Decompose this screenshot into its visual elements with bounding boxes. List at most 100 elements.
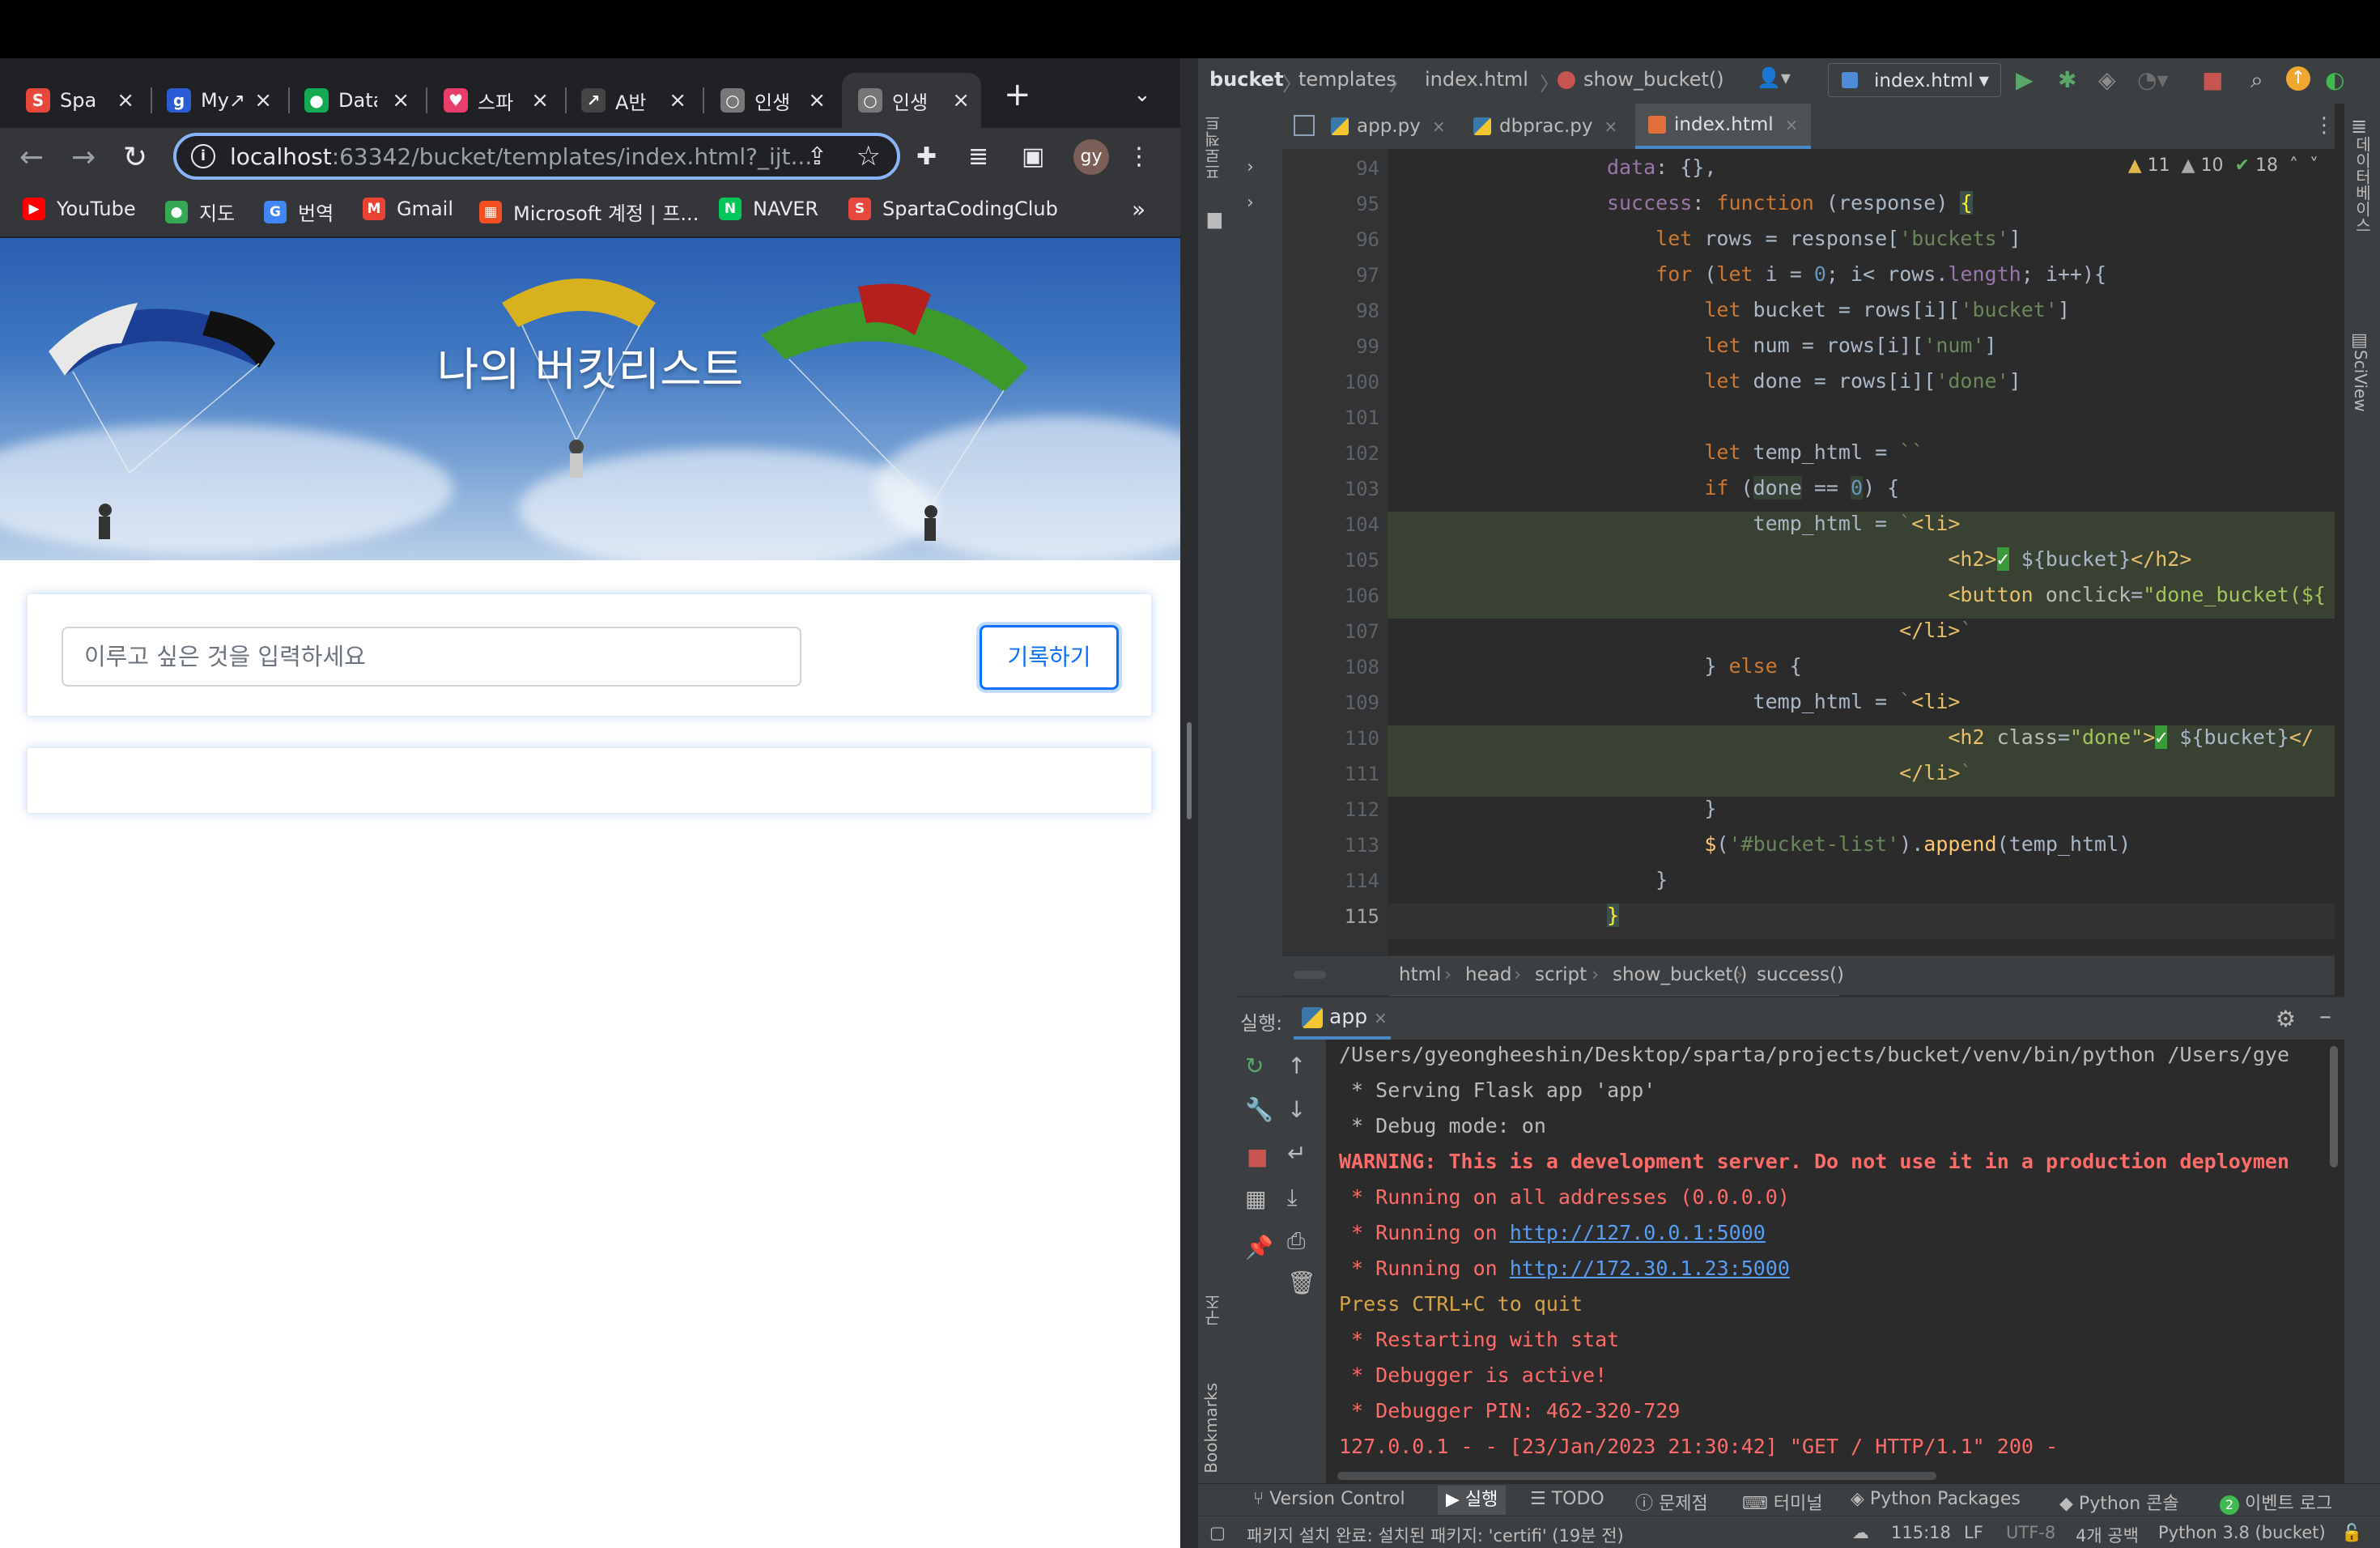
tool-version-control[interactable]: ⑂ Version Control (1253, 1489, 1405, 1509)
plugin-icon[interactable]: ◐ (2325, 66, 2344, 93)
wrench-icon[interactable]: 🔧 (1245, 1096, 1273, 1123)
soft-wrap-icon[interactable]: ↵ (1287, 1140, 1306, 1167)
code-crumb[interactable]: script (1535, 964, 1587, 985)
rerun-icon[interactable]: ↻ (1245, 1053, 1264, 1079)
layout-icon[interactable]: ▢ (1209, 1523, 1226, 1542)
splitter-grip[interactable] (1187, 722, 1192, 819)
profile-icon[interactable]: ◔▾ (2137, 66, 2169, 93)
minimize-icon[interactable]: – (2319, 1002, 2331, 1031)
new-tab-icon[interactable]: + (1004, 76, 1031, 113)
arrow-up-icon[interactable]: ↑ (1287, 1053, 1306, 1079)
window-splitter[interactable] (1180, 58, 1198, 1548)
browser-tab[interactable]: ↗ A반 × (581, 73, 691, 128)
folder-icon[interactable]: ▆ (1208, 209, 1222, 229)
address-bar[interactable]: i localhost:63342/bucket/templates/index… (173, 133, 900, 180)
database-tool-label[interactable]: 데이터베이스 (2351, 136, 2374, 233)
editor-tab-app-py[interactable]: app.py × (1331, 104, 1446, 149)
url-text[interactable]: localhost:63342/bucket/templates/index.h… (230, 143, 812, 170)
extensions-icon[interactable]: ✚ (916, 142, 937, 171)
close-icon[interactable]: × (392, 88, 410, 113)
close-icon[interactable]: × (952, 88, 970, 113)
user-icon[interactable]: 👤▾ (1757, 66, 1791, 89)
tool-run[interactable]: ▶ 실행 (1438, 1486, 1507, 1515)
indexing-icon[interactable]: ☁ (1852, 1523, 1869, 1542)
breadcrumb-folder[interactable]: templates (1298, 68, 1396, 91)
run-tab-app[interactable]: app × (1294, 997, 1391, 1040)
code-editor[interactable]: data: {}, success: function (response) {… (1388, 149, 2335, 1007)
run-configuration-select[interactable]: index.html ▼ (1828, 63, 2001, 97)
arrow-down-icon[interactable]: ↓ (1287, 1096, 1306, 1123)
file-encoding[interactable]: UTF-8 (2006, 1523, 2055, 1542)
expand-arrow-icon[interactable]: › (1247, 193, 1254, 213)
forward-icon[interactable]: → (71, 141, 96, 174)
layout-icon[interactable] (1294, 115, 1315, 136)
console-link[interactable]: http://127.0.0.1:5000 (1510, 1221, 1766, 1244)
line-separator[interactable]: LF (1964, 1523, 1983, 1542)
more-menu-icon[interactable]: ⋮ (1127, 142, 1151, 171)
run-icon[interactable]: ▶ (2016, 66, 2034, 93)
browser-tab[interactable]: ○ 인생 × (720, 73, 831, 128)
side-panel-icon[interactable]: ▣ (1022, 142, 1044, 171)
sciview-icon[interactable]: ▤ (2351, 330, 2368, 351)
tool-todo[interactable]: ☰ TODO (1530, 1489, 1604, 1509)
close-icon[interactable]: × (254, 88, 272, 113)
inspection-widget[interactable]: ▲ 11 ▲ 10 ✔ 18 ˄ ˅ (2128, 155, 2318, 176)
reload-icon[interactable]: ↻ (123, 141, 147, 174)
chevron-down-icon[interactable]: ⌄ (1133, 83, 1151, 107)
layout-icon[interactable]: ▦ (1245, 1185, 1266, 1212)
bookmark-naver[interactable]: N NAVER (719, 198, 818, 220)
code-crumb[interactable]: html (1399, 964, 1441, 985)
browser-tab[interactable]: S Spa × (26, 73, 139, 128)
browser-tab[interactable]: ● Data × (304, 73, 414, 128)
structure-tool-label[interactable]: 구조 (1201, 1294, 1225, 1326)
bookmark-sparta[interactable]: S SpartaCodingClub (848, 198, 1058, 220)
tool-terminal[interactable]: ⌨ 터미널 (1742, 1489, 1823, 1515)
cursor-position[interactable]: 115:18 (1891, 1523, 1951, 1542)
pin-icon[interactable]: 📌 (1245, 1234, 1273, 1261)
print-icon[interactable]: ⎙ (1287, 1227, 1305, 1255)
close-icon[interactable]: × (531, 88, 549, 113)
gear-icon[interactable]: ⚙ (2276, 1006, 2296, 1032)
chevron-up-icon[interactable]: ˄ (2289, 155, 2298, 176)
code-crumb[interactable]: head (1465, 964, 1511, 985)
indent-setting[interactable]: 4개 공백 (2076, 1523, 2139, 1547)
bookmark-microsoft[interactable]: ▦ Microsoft 계정 | 프... (479, 198, 699, 226)
stop-icon[interactable]: ■ (2202, 66, 2223, 93)
expand-arrow-icon[interactable]: › (1247, 157, 1254, 177)
code-crumb[interactable]: success() (1757, 964, 1844, 985)
project-tool-label[interactable]: 프로젝트 (1201, 115, 1225, 180)
bookmarks-tool-label[interactable]: Bookmarks (1201, 1383, 1221, 1474)
chevron-down-icon[interactable]: ˅ (2310, 155, 2318, 176)
breadcrumb-function[interactable]: show_bucket() (1583, 68, 1724, 91)
console-link[interactable]: http://172.30.1.23:5000 (1510, 1257, 1790, 1280)
back-icon[interactable]: ← (19, 141, 44, 174)
update-icon[interactable]: ↑ (2286, 66, 2310, 91)
bookmark-youtube[interactable]: ▶ YouTube (23, 198, 136, 220)
database-icon[interactable]: ≣ (2351, 115, 2367, 138)
trash-icon[interactable]: 🗑 (1287, 1269, 1316, 1296)
browser-tab[interactable]: g My↗ × (167, 73, 277, 128)
bookmark-translate[interactable]: G 번역 (264, 198, 334, 226)
submit-bucket-button[interactable]: 기록하기 (980, 625, 1119, 690)
bucket-input[interactable] (62, 627, 801, 687)
browser-tab-active[interactable]: ○ 인생 × (842, 73, 981, 128)
breadcrumb-file[interactable]: index.html (1425, 68, 1528, 91)
coverage-icon[interactable]: ◈ (2098, 66, 2116, 93)
share-icon[interactable]: ⇪ (807, 142, 827, 171)
console-scrollbar[interactable] (2330, 1046, 2338, 1167)
debug-icon[interactable]: ✱ (2058, 66, 2076, 93)
tool-event-log[interactable]: 2 이벤트 로그 (2220, 1489, 2332, 1515)
tool-problems[interactable]: ⓘ 문제점 (1635, 1489, 1708, 1515)
stop-icon[interactable]: ■ (1247, 1143, 1268, 1170)
browser-tab[interactable]: ♥ 스파 × (444, 73, 554, 128)
bookmark-gmail[interactable]: M Gmail (363, 198, 453, 220)
editor-tab-dbprac-py[interactable]: dbprac.py × (1473, 104, 1617, 149)
breadcrumb-project[interactable]: bucket (1209, 68, 1284, 91)
close-icon[interactable]: × (808, 88, 826, 113)
search-icon[interactable]: ⌕ (2250, 66, 2263, 94)
more-tabs-icon[interactable]: ⋮ (2314, 113, 2335, 138)
lock-icon[interactable]: 🔓 (2341, 1523, 2362, 1543)
close-icon[interactable]: × (1604, 117, 1618, 136)
editor-tab-index-html[interactable]: index.html × (1635, 104, 1812, 149)
console-output[interactable]: /Users/gyeongheeshin/Desktop/sparta/proj… (1326, 1040, 2330, 1469)
